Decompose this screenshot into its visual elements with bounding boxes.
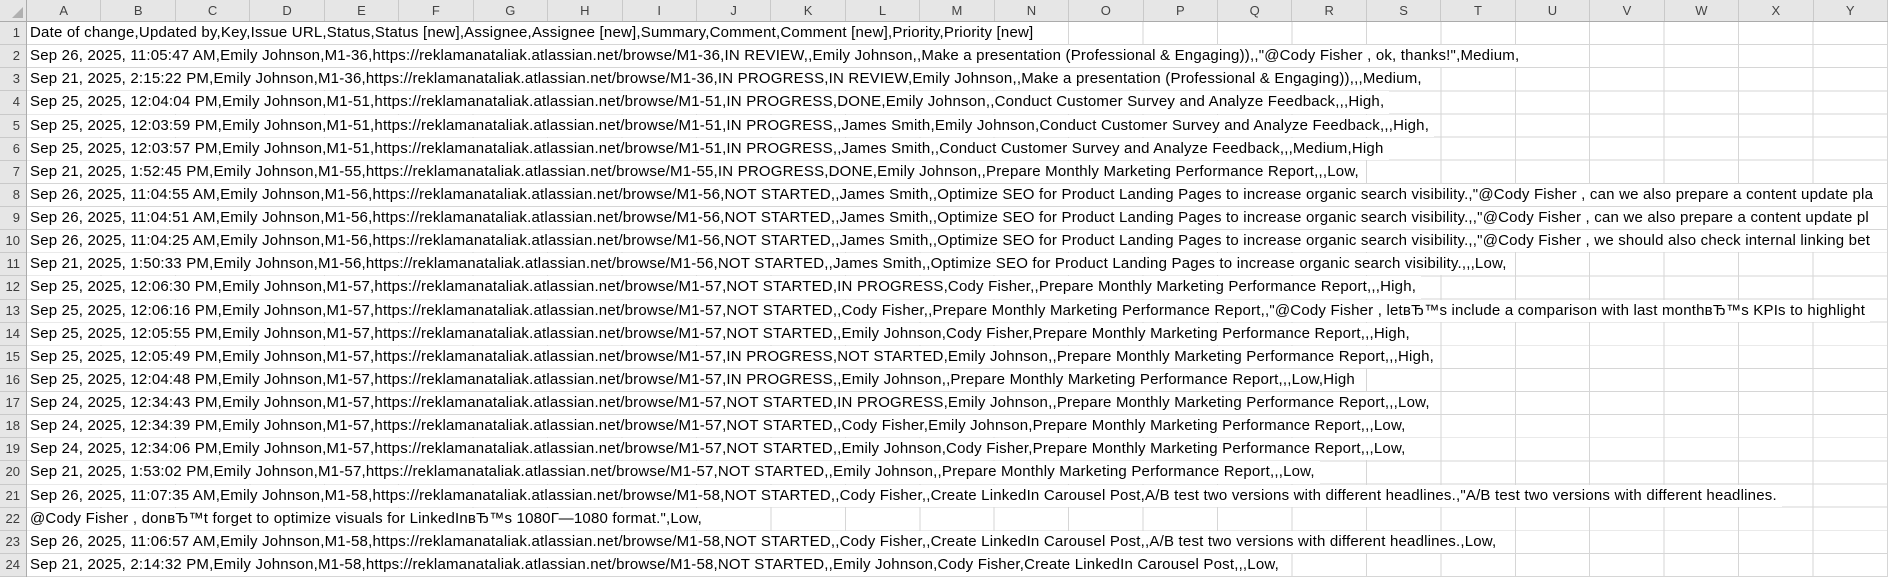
- column-header-c[interactable]: C: [176, 0, 250, 21]
- column-header-n[interactable]: N: [995, 0, 1069, 21]
- select-all-corner[interactable]: [0, 0, 27, 22]
- column-header-a[interactable]: A: [27, 0, 101, 21]
- row-14-text[interactable]: Sep 25, 2025, 12:05:55 PM,Emily Johnson,…: [27, 323, 1415, 345]
- row-17-text[interactable]: Sep 24, 2025, 12:34:43 PM,Emily Johnson,…: [27, 392, 1435, 414]
- row-7-text[interactable]: Sep 21, 2025, 1:52:45 PM,Emily Johnson,M…: [27, 161, 1364, 183]
- row-header-1[interactable]: 1: [0, 22, 26, 45]
- column-header-i[interactable]: I: [623, 0, 697, 21]
- column-header-y[interactable]: Y: [1814, 0, 1888, 21]
- row-4-text[interactable]: Sep 25, 2025, 12:04:04 PM,Emily Johnson,…: [27, 91, 1389, 113]
- row-24-text[interactable]: Sep 21, 2025, 2:14:32 PM,Emily Johnson,M…: [27, 554, 1284, 576]
- row-header-12[interactable]: 12: [0, 276, 26, 299]
- column-header-d[interactable]: D: [250, 0, 324, 21]
- row-header-5[interactable]: 5: [0, 115, 26, 138]
- row-header-2[interactable]: 2: [0, 45, 26, 68]
- column-header-s[interactable]: S: [1367, 0, 1441, 21]
- row-header-10[interactable]: 10: [0, 230, 26, 253]
- row-header-3[interactable]: 3: [0, 68, 26, 91]
- row-22-text[interactable]: @Cody Fisher , donвЂ™t forget to optimiz…: [27, 508, 707, 530]
- row-13-text[interactable]: Sep 25, 2025, 12:06:16 PM,Emily Johnson,…: [27, 300, 1870, 322]
- row-header-13[interactable]: 13: [0, 300, 26, 323]
- row-9-text[interactable]: Sep 26, 2025, 11:04:51 AM,Emily Johnson,…: [27, 207, 1874, 229]
- row-8-text[interactable]: Sep 26, 2025, 11:04:55 AM,Emily Johnson,…: [27, 184, 1878, 206]
- column-header-m[interactable]: M: [920, 0, 994, 21]
- row-header-23[interactable]: 23: [0, 531, 26, 554]
- row-header-20[interactable]: 20: [0, 461, 26, 484]
- row-header-24[interactable]: 24: [0, 554, 26, 577]
- row-header-7[interactable]: 7: [0, 161, 26, 184]
- row-header-14[interactable]: 14: [0, 323, 26, 346]
- row-21-text[interactable]: Sep 26, 2025, 11:07:35 AM,Emily Johnson,…: [27, 485, 1782, 507]
- column-header-h[interactable]: H: [548, 0, 622, 21]
- row-23-text[interactable]: Sep 26, 2025, 11:06:57 AM,Emily Johnson,…: [27, 531, 1501, 553]
- column-header-f[interactable]: F: [399, 0, 473, 21]
- column-header-v[interactable]: V: [1590, 0, 1664, 21]
- row-header-21[interactable]: 21: [0, 485, 26, 508]
- column-header-p[interactable]: P: [1144, 0, 1218, 21]
- row-11-text[interactable]: Sep 21, 2025, 1:50:33 PM,Emily Johnson,M…: [27, 253, 1512, 275]
- column-header-e[interactable]: E: [325, 0, 399, 21]
- column-header-x[interactable]: X: [1739, 0, 1813, 21]
- row-18-text[interactable]: Sep 24, 2025, 12:34:39 PM,Emily Johnson,…: [27, 415, 1411, 437]
- column-header-o[interactable]: O: [1069, 0, 1143, 21]
- row-header-19[interactable]: 19: [0, 438, 26, 461]
- row-20-text[interactable]: Sep 21, 2025, 1:53:02 PM,Emily Johnson,M…: [27, 461, 1320, 483]
- row-12-text[interactable]: Sep 25, 2025, 12:06:30 PM,Emily Johnson,…: [27, 276, 1421, 298]
- row-header-11[interactable]: 11: [0, 253, 26, 276]
- row-1-text[interactable]: Date of change,Updated by,Key,Issue URL,…: [27, 22, 1038, 44]
- row-header-22[interactable]: 22: [0, 508, 26, 531]
- row-header-18[interactable]: 18: [0, 415, 26, 438]
- row-header-16[interactable]: 16: [0, 369, 26, 392]
- column-header-q[interactable]: Q: [1218, 0, 1292, 21]
- column-header-j[interactable]: J: [697, 0, 771, 21]
- column-header-k[interactable]: K: [771, 0, 845, 21]
- row-header-15[interactable]: 15: [0, 346, 26, 369]
- row-header-9[interactable]: 9: [0, 207, 26, 230]
- row-header-column: 123456789101112131415161718192021222324: [0, 22, 27, 577]
- column-header-l[interactable]: L: [846, 0, 920, 21]
- row-15-text[interactable]: Sep 25, 2025, 12:05:49 PM,Emily Johnson,…: [27, 346, 1439, 368]
- row-19-text[interactable]: Sep 24, 2025, 12:34:06 PM,Emily Johnson,…: [27, 438, 1411, 460]
- row-header-6[interactable]: 6: [0, 138, 26, 161]
- column-header-r[interactable]: R: [1292, 0, 1366, 21]
- row-header-8[interactable]: 8: [0, 184, 26, 207]
- row-5-text[interactable]: Sep 25, 2025, 12:03:59 PM,Emily Johnson,…: [27, 115, 1434, 137]
- spreadsheet-app: ABCDEFGHIJKLMNOPQRSTUVWXY 12345678910111…: [0, 0, 1888, 577]
- column-header-b[interactable]: B: [101, 0, 175, 21]
- select-all-triangle-icon: [12, 7, 23, 18]
- row-16-text[interactable]: Sep 25, 2025, 12:04:48 PM,Emily Johnson,…: [27, 369, 1360, 391]
- row-3-text[interactable]: Sep 21, 2025, 2:15:22 PM,Emily Johnson,M…: [27, 68, 1427, 90]
- column-header-t[interactable]: T: [1441, 0, 1515, 21]
- row-10-text[interactable]: Sep 26, 2025, 11:04:25 AM,Emily Johnson,…: [27, 230, 1875, 252]
- row-6-text[interactable]: Sep 25, 2025, 12:03:57 PM,Emily Johnson,…: [27, 138, 1389, 160]
- column-header-w[interactable]: W: [1665, 0, 1739, 21]
- row-header-17[interactable]: 17: [0, 392, 26, 415]
- column-header-u[interactable]: U: [1516, 0, 1590, 21]
- row-header-4[interactable]: 4: [0, 91, 26, 114]
- sheet-grid[interactable]: Date of change,Updated by,Key,Issue URL,…: [27, 22, 1888, 577]
- column-header-g[interactable]: G: [474, 0, 548, 21]
- column-header-row: ABCDEFGHIJKLMNOPQRSTUVWXY: [27, 0, 1888, 22]
- row-2-text[interactable]: Sep 26, 2025, 11:05:47 AM,Emily Johnson,…: [27, 45, 1524, 67]
